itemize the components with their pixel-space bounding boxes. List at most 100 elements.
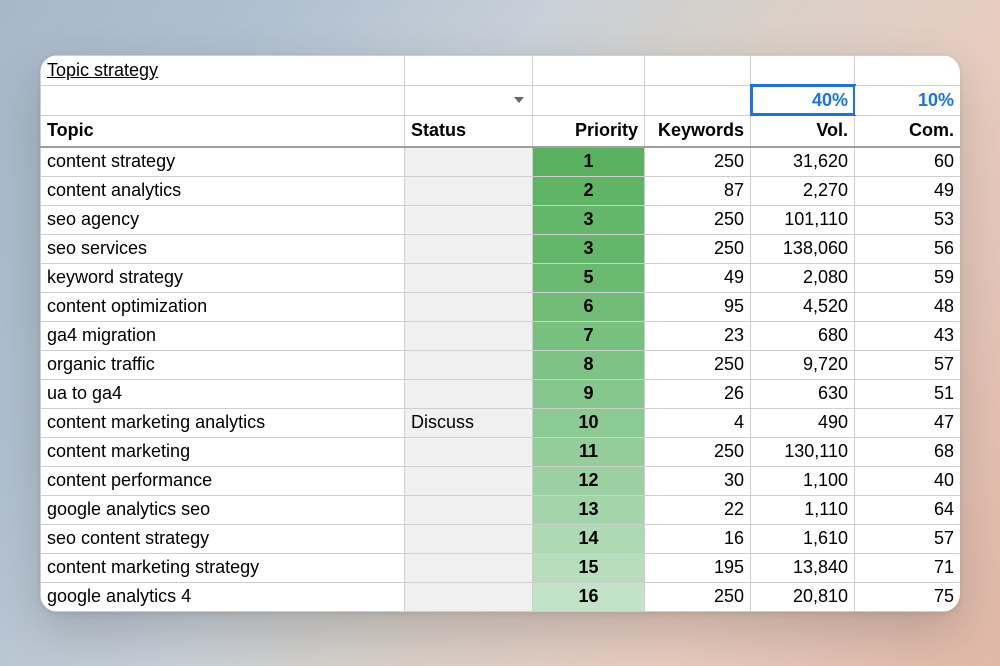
keywords-cell[interactable]: 22 — [645, 495, 751, 524]
com-cell[interactable]: 51 — [855, 379, 961, 408]
com-weight-cell[interactable]: 10% — [855, 85, 961, 115]
priority-cell[interactable]: 14 — [533, 524, 645, 553]
priority-cell[interactable]: 3 — [533, 234, 645, 263]
vol-weight-cell[interactable]: 40% — [751, 85, 855, 115]
topic-cell[interactable]: content performance — [41, 466, 405, 495]
com-cell[interactable]: 68 — [855, 437, 961, 466]
cell[interactable] — [751, 55, 855, 85]
vol-cell[interactable]: 630 — [751, 379, 855, 408]
status-cell[interactable] — [405, 321, 533, 350]
com-cell[interactable]: 56 — [855, 234, 961, 263]
vol-cell[interactable]: 2,270 — [751, 176, 855, 205]
cell[interactable] — [855, 55, 961, 85]
keywords-cell[interactable]: 87 — [645, 176, 751, 205]
status-cell[interactable] — [405, 379, 533, 408]
com-cell[interactable]: 60 — [855, 147, 961, 176]
keywords-cell[interactable]: 49 — [645, 263, 751, 292]
header-vol[interactable]: Vol. — [751, 115, 855, 147]
com-cell[interactable]: 49 — [855, 176, 961, 205]
com-cell[interactable]: 43 — [855, 321, 961, 350]
topic-cell[interactable]: ga4 migration — [41, 321, 405, 350]
cell[interactable] — [645, 85, 751, 115]
header-priority[interactable]: Priority — [533, 115, 645, 147]
com-cell[interactable]: 47 — [855, 408, 961, 437]
topic-cell[interactable]: content strategy — [41, 147, 405, 176]
keywords-cell[interactable]: 250 — [645, 234, 751, 263]
vol-cell[interactable]: 490 — [751, 408, 855, 437]
sheet-title-cell[interactable]: Topic strategy — [41, 55, 405, 85]
com-cell[interactable]: 40 — [855, 466, 961, 495]
topic-cell[interactable]: google analytics seo — [41, 495, 405, 524]
com-cell[interactable]: 48 — [855, 292, 961, 321]
priority-cell[interactable]: 15 — [533, 553, 645, 582]
keywords-cell[interactable]: 23 — [645, 321, 751, 350]
topic-cell[interactable]: content marketing analytics — [41, 408, 405, 437]
cell[interactable] — [533, 55, 645, 85]
status-cell[interactable] — [405, 292, 533, 321]
header-com[interactable]: Com. — [855, 115, 961, 147]
priority-cell[interactable]: 5 — [533, 263, 645, 292]
keywords-cell[interactable]: 26 — [645, 379, 751, 408]
vol-cell[interactable]: 1,610 — [751, 524, 855, 553]
vol-cell[interactable]: 4,520 — [751, 292, 855, 321]
status-cell[interactable] — [405, 553, 533, 582]
priority-cell[interactable]: 16 — [533, 582, 645, 611]
topic-cell[interactable]: seo services — [41, 234, 405, 263]
status-cell[interactable] — [405, 147, 533, 176]
com-cell[interactable]: 71 — [855, 553, 961, 582]
vol-cell[interactable]: 2,080 — [751, 263, 855, 292]
topic-cell[interactable]: keyword strategy — [41, 263, 405, 292]
status-cell[interactable] — [405, 263, 533, 292]
priority-cell[interactable]: 3 — [533, 205, 645, 234]
header-status[interactable]: Status — [405, 115, 533, 147]
keywords-cell[interactable]: 250 — [645, 582, 751, 611]
topic-cell[interactable]: ua to ga4 — [41, 379, 405, 408]
priority-cell[interactable]: 7 — [533, 321, 645, 350]
cell[interactable] — [645, 55, 751, 85]
vol-cell[interactable]: 31,620 — [751, 147, 855, 176]
keywords-cell[interactable]: 250 — [645, 350, 751, 379]
status-cell[interactable] — [405, 437, 533, 466]
topic-cell[interactable]: organic traffic — [41, 350, 405, 379]
com-cell[interactable]: 57 — [855, 524, 961, 553]
keywords-cell[interactable]: 16 — [645, 524, 751, 553]
keywords-cell[interactable]: 4 — [645, 408, 751, 437]
vol-cell[interactable]: 20,810 — [751, 582, 855, 611]
keywords-cell[interactable]: 95 — [645, 292, 751, 321]
vol-cell[interactable]: 9,720 — [751, 350, 855, 379]
vol-cell[interactable]: 1,110 — [751, 495, 855, 524]
status-cell[interactable]: Discuss — [405, 408, 533, 437]
keywords-cell[interactable]: 250 — [645, 147, 751, 176]
com-cell[interactable]: 64 — [855, 495, 961, 524]
topic-cell[interactable]: seo agency — [41, 205, 405, 234]
vol-cell[interactable]: 101,110 — [751, 205, 855, 234]
status-cell[interactable] — [405, 234, 533, 263]
priority-cell[interactable]: 6 — [533, 292, 645, 321]
vol-cell[interactable]: 1,100 — [751, 466, 855, 495]
topic-cell[interactable]: seo content strategy — [41, 524, 405, 553]
vol-cell[interactable]: 680 — [751, 321, 855, 350]
com-cell[interactable]: 53 — [855, 205, 961, 234]
status-cell[interactable] — [405, 495, 533, 524]
topic-cell[interactable]: content marketing strategy — [41, 553, 405, 582]
cell[interactable] — [533, 85, 645, 115]
priority-cell[interactable]: 2 — [533, 176, 645, 205]
status-cell[interactable] — [405, 582, 533, 611]
topic-cell[interactable]: content optimization — [41, 292, 405, 321]
topic-cell[interactable]: google analytics 4 — [41, 582, 405, 611]
cell[interactable] — [41, 85, 405, 115]
status-cell[interactable] — [405, 524, 533, 553]
com-cell[interactable]: 59 — [855, 263, 961, 292]
priority-cell[interactable]: 9 — [533, 379, 645, 408]
keywords-cell[interactable]: 30 — [645, 466, 751, 495]
priority-cell[interactable]: 11 — [533, 437, 645, 466]
vol-cell[interactable]: 130,110 — [751, 437, 855, 466]
vol-cell[interactable]: 138,060 — [751, 234, 855, 263]
priority-cell[interactable]: 13 — [533, 495, 645, 524]
header-topic[interactable]: Topic — [41, 115, 405, 147]
status-filter-dropdown[interactable] — [405, 85, 533, 115]
cell[interactable] — [405, 55, 533, 85]
priority-cell[interactable]: 10 — [533, 408, 645, 437]
status-cell[interactable] — [405, 176, 533, 205]
topic-cell[interactable]: content marketing — [41, 437, 405, 466]
